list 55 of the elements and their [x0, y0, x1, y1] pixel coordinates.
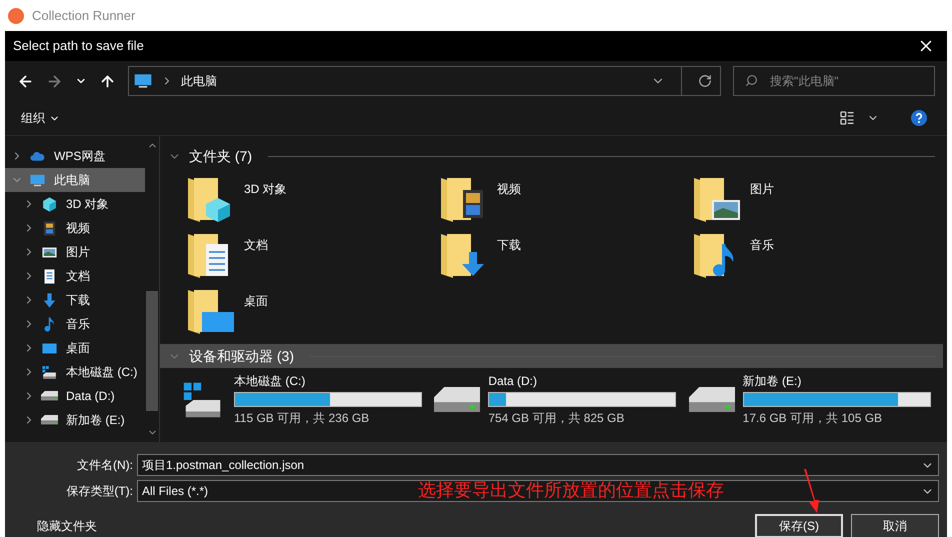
- app-title: Collection Runner: [32, 6, 136, 25]
- drive-icon: [41, 391, 58, 401]
- drive-usage: 17.6 GB 可用，共 105 GB: [742, 410, 884, 427]
- field-label: 文件名(N):: [76, 457, 133, 474]
- drive-name[interactable]: Data (D:): [488, 372, 676, 390]
- sidebar-item[interactable]: 视频: [5, 216, 145, 240]
- file-name-field[interactable]: 项目1.postman_collection.json: [137, 454, 939, 476]
- drive-usage: 115 GB 可用，共 236 GB: [234, 410, 370, 427]
- sidebar-item[interactable]: 新加卷 (E:): [5, 408, 145, 432]
- annotation-arrow: [802, 469, 822, 513]
- drive-icon: [688, 386, 735, 412]
- search-field[interactable]: 搜索"此电脑": [733, 66, 935, 96]
- refresh-icon[interactable]: [698, 74, 712, 88]
- drive-name[interactable]: 本地磁盘 (C:): [234, 372, 422, 390]
- sidebar-item[interactable]: 下载: [5, 288, 145, 312]
- sidebar-item[interactable]: Data (D:): [5, 384, 145, 408]
- hide-folders-toggle[interactable]: 隐藏文件夹: [37, 517, 97, 535]
- search-icon: [745, 74, 758, 87]
- sidebar-item[interactable]: 3D 对象: [5, 192, 145, 216]
- annotation-text: 选择要导出文件所放置的位置点击保存: [418, 479, 724, 502]
- address-bar[interactable]: 此电脑: [128, 66, 721, 96]
- group-header[interactable]: 设备和驱动器 (3): [160, 344, 943, 368]
- sidebar-item[interactable]: 图片: [5, 240, 145, 264]
- view-options-icon[interactable]: [839, 110, 855, 126]
- group-header[interactable]: 文件夹 (7): [160, 144, 943, 168]
- folder-name[interactable]: 图片: [750, 180, 774, 198]
- organize-menu[interactable]: 组织: [21, 109, 60, 127]
- drive-icon: [41, 364, 58, 380]
- dialog-title: Select path to save file: [13, 37, 144, 56]
- sidebar-item[interactable]: 音乐: [5, 312, 145, 336]
- cube-icon: [41, 196, 58, 212]
- drive-icon: [41, 415, 58, 425]
- film-icon: [41, 220, 58, 236]
- sidebar-item[interactable]: WPS网盘: [5, 144, 145, 168]
- drive-name[interactable]: 新加卷 (E:): [742, 372, 931, 390]
- sidebar-item[interactable]: 此电脑: [5, 168, 145, 192]
- app-logo-icon: [8, 8, 24, 24]
- drive-icon: [434, 386, 480, 412]
- sidebar-item[interactable]: 桌面: [5, 336, 145, 360]
- save-button[interactable]: 保存(S): [755, 514, 843, 537]
- field-label: 保存类型(T):: [65, 483, 133, 500]
- sidebar-item[interactable]: 本地磁盘 (C:): [5, 360, 145, 384]
- folder-name[interactable]: 音乐: [750, 236, 774, 254]
- folder-name[interactable]: 3D 对象: [244, 180, 287, 198]
- breadcrumb[interactable]: 此电脑: [181, 72, 217, 90]
- folder-name[interactable]: 下载: [497, 236, 521, 254]
- down-arrow-icon: [41, 292, 58, 308]
- help-icon[interactable]: [911, 110, 927, 126]
- cancel-button[interactable]: 取消: [851, 514, 939, 537]
- folder-name[interactable]: 视频: [497, 180, 521, 198]
- folder-name[interactable]: 桌面: [244, 292, 268, 310]
- back-arrow-icon[interactable]: [17, 72, 34, 90]
- sidebar-item[interactable]: 文档: [5, 264, 145, 288]
- drive-usage: 754 GB 可用，共 825 GB: [488, 410, 626, 427]
- folder-name[interactable]: 文档: [244, 236, 268, 254]
